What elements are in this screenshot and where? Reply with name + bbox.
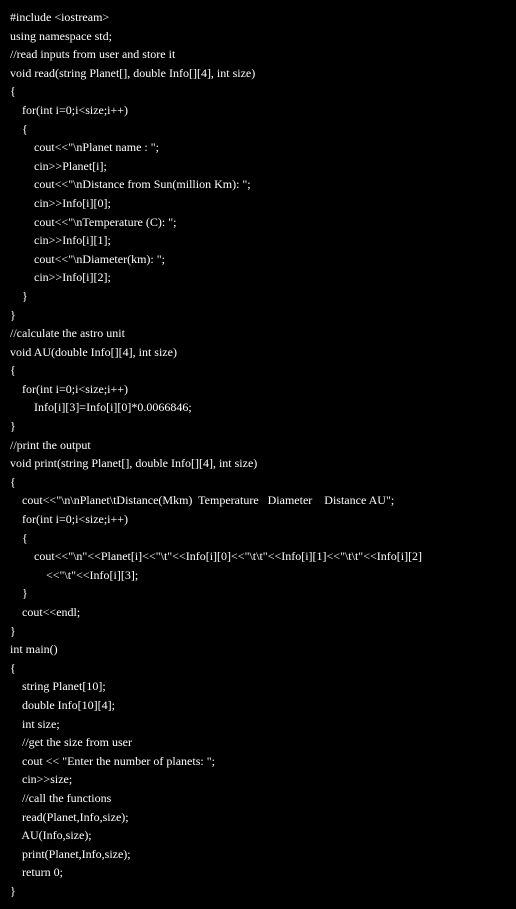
code-line: cout<<"\nTemperature (C): ";	[10, 213, 506, 232]
code-line: cin>>Planet[i];	[10, 157, 506, 176]
code-line: string Planet[10];	[10, 677, 506, 696]
code-line: cin>>Info[i][2];	[10, 268, 506, 287]
code-line: }	[10, 306, 506, 325]
code-line: cout<<"\n"<<Planet[i]<<"\t"<<Info[i][0]<…	[10, 547, 506, 566]
code-line: {	[10, 529, 506, 548]
code-line: cout<<"\nDistance from Sun(million Km): …	[10, 175, 506, 194]
code-line: double Info[10][4];	[10, 696, 506, 715]
code-line: void print(string Planet[], double Info[…	[10, 454, 506, 473]
code-line: read(Planet,Info,size);	[10, 808, 506, 827]
code-line: AU(Info,size);	[10, 826, 506, 845]
code-line: {	[10, 473, 506, 492]
code-line: }	[10, 287, 506, 306]
code-line: cin>>size;	[10, 770, 506, 789]
code-line: {	[10, 120, 506, 139]
code-line: //calculate the astro unit	[10, 324, 506, 343]
code-line: //print the output	[10, 436, 506, 455]
code-line: }	[10, 622, 506, 641]
code-line: cin>>Info[i][0];	[10, 194, 506, 213]
code-line: cout<<"\nDiameter(km): ";	[10, 250, 506, 269]
code-line: using namespace std;	[10, 27, 506, 46]
code-line: }	[10, 882, 506, 901]
code-line: //read inputs from user and store it	[10, 45, 506, 64]
code-line: int main()	[10, 640, 506, 659]
code-line: return 0;	[10, 863, 506, 882]
code-line: //get the size from user	[10, 733, 506, 752]
code-line: }	[10, 584, 506, 603]
code-line: cout << "Enter the number of planets: ";	[10, 752, 506, 771]
code-line: for(int i=0;i<size;i++)	[10, 380, 506, 399]
code-line: Info[i][3]=Info[i][0]*0.0066846;	[10, 398, 506, 417]
code-line: void AU(double Info[][4], int size)	[10, 343, 506, 362]
code-line: <<"\t"<<Info[i][3];	[10, 566, 506, 585]
code-line: print(Planet,Info,size);	[10, 845, 506, 864]
code-line: cin>>Info[i][1];	[10, 231, 506, 250]
code-line: {	[10, 659, 506, 678]
code-line: {	[10, 82, 506, 101]
code-line: #include <iostream>	[10, 8, 506, 27]
code-line: int size;	[10, 715, 506, 734]
code-line: for(int i=0;i<size;i++)	[10, 510, 506, 529]
code-line: //call the functions	[10, 789, 506, 808]
code-line: void read(string Planet[], double Info[]…	[10, 64, 506, 83]
code-line: for(int i=0;i<size;i++)	[10, 101, 506, 120]
code-line: cout<<endl;	[10, 603, 506, 622]
code-listing: #include <iostream>using namespace std;/…	[10, 8, 506, 901]
code-line: cout<<"\n\nPlanet\tDistance(Mkm) Tempera…	[10, 491, 506, 510]
code-line: cout<<"\nPlanet name : ";	[10, 138, 506, 157]
code-line: }	[10, 417, 506, 436]
code-line: {	[10, 361, 506, 380]
